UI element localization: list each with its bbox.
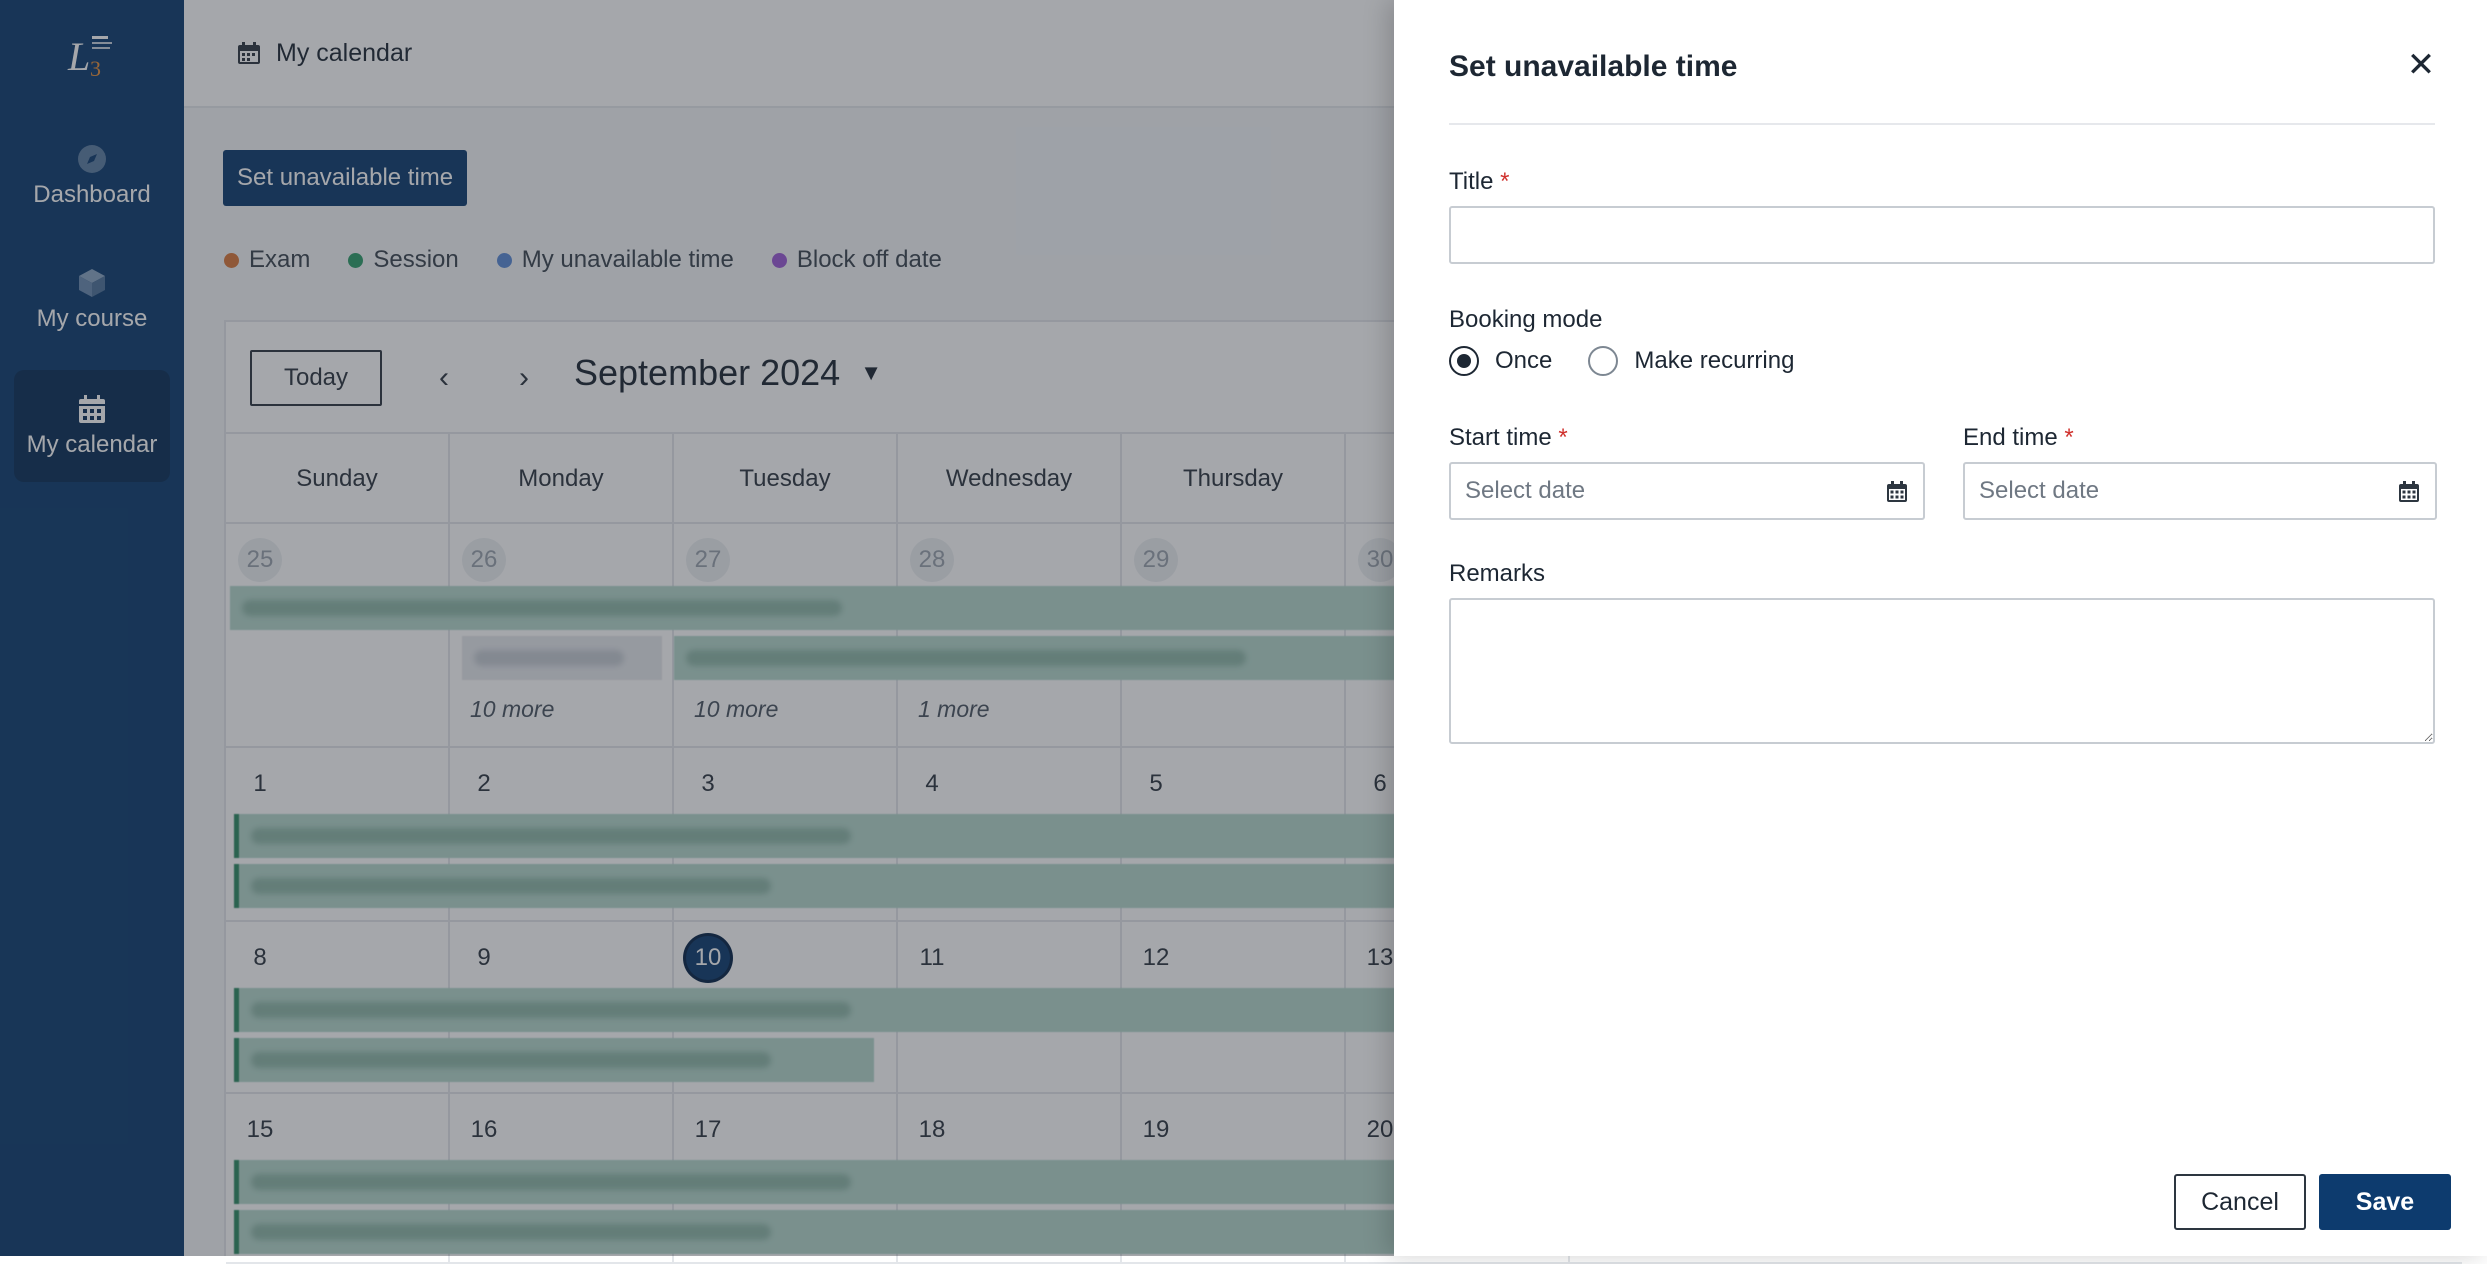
remarks-label: Remarks [1449,560,1546,587]
drawer-title: Set unavailable time [1449,50,1738,83]
remarks-textarea[interactable] [1449,598,2435,744]
radio-make-recurring[interactable]: Make recurring [1588,346,1794,376]
end-time-label-text: End time [1963,424,2058,451]
end-time-field[interactable] [1963,462,2437,520]
divider [1449,123,2435,125]
radio-once[interactable]: Once [1449,346,1552,376]
close-icon[interactable]: ✕ [2404,46,2438,84]
calendar-icon[interactable] [1885,480,1909,504]
save-button[interactable]: Save [2319,1174,2451,1230]
required-mark: * [2064,424,2074,451]
start-time-input[interactable] [1451,464,1923,518]
set-unavailable-time-drawer: Set unavailable time ✕ Title * Booking m… [1394,0,2487,1256]
calendar-icon[interactable] [2397,480,2421,504]
end-time-label: End time * [1963,424,2074,452]
title-input[interactable] [1449,206,2435,264]
radio-button-checked[interactable] [1449,346,1479,376]
booking-mode-group: Once Make recurring [1449,346,1830,376]
required-mark: * [1558,424,1568,451]
start-time-label: Start time * [1449,424,1568,452]
radio-dot [1457,354,1471,368]
radio-button[interactable] [1588,346,1619,376]
required-mark: * [1500,168,1510,195]
radio-label: Make recurring [1634,347,1795,374]
app: L 3 Dashboard My course My calendar My c… [0,0,2487,1264]
title-label: Title * [1449,168,1509,196]
title-label-text: Title [1449,168,1494,195]
booking-mode-label: Booking mode [1449,306,1603,333]
start-time-field[interactable] [1449,462,1925,520]
end-time-input[interactable] [1965,464,2435,518]
cancel-button[interactable]: Cancel [2174,1174,2306,1230]
start-time-label-text: Start time [1449,424,1552,451]
radio-label: Once [1495,347,1553,374]
modal-backdrop[interactable] [0,0,1394,1256]
